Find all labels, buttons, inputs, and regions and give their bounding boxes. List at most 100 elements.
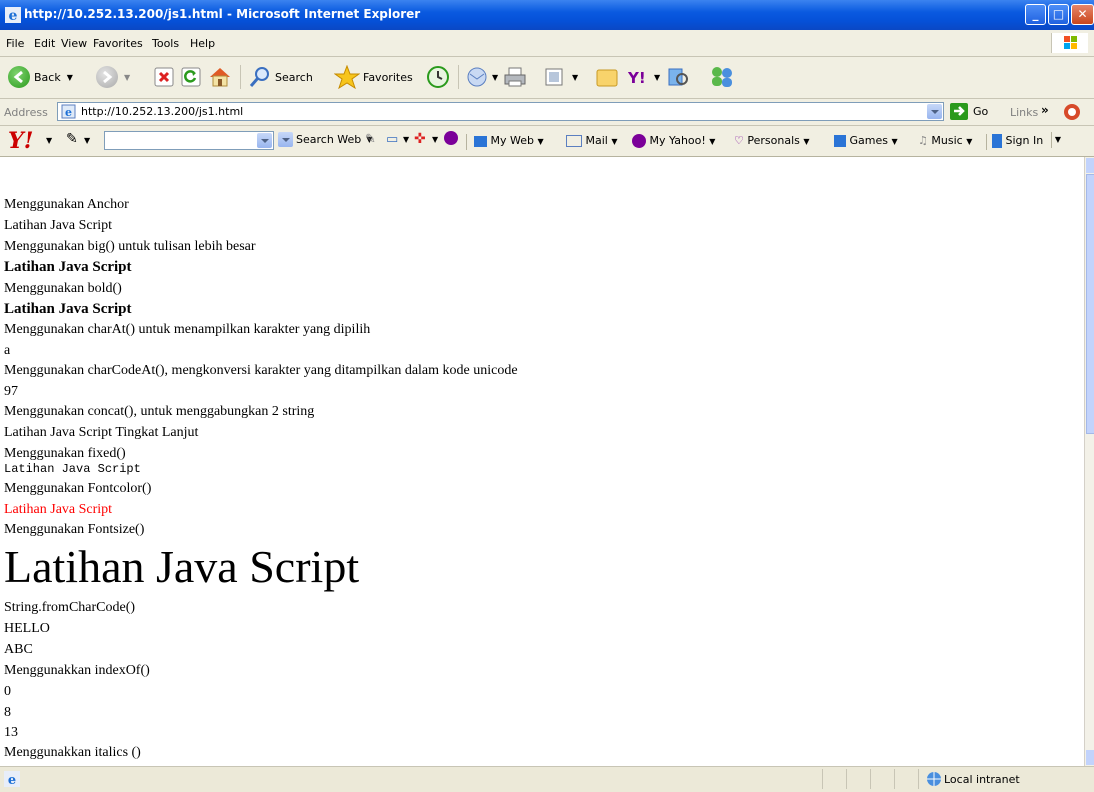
popup-dropdown-icon[interactable]: ▼ bbox=[403, 135, 409, 144]
messenger-people-icon bbox=[712, 67, 732, 87]
pencil-icon[interactable]: ✎ bbox=[66, 131, 78, 147]
menu-bar: File Edit View Favorites Tools Help bbox=[0, 30, 1094, 57]
maximize-button[interactable]: □ bbox=[1048, 4, 1069, 25]
music-label: Music bbox=[931, 134, 963, 147]
text-line: Menggunakan concat(), untuk menggabungka… bbox=[4, 404, 315, 419]
yahoo-messenger-button[interactable]: Y! ▼ bbox=[628, 65, 660, 89]
scroll-up-arrow-icon[interactable] bbox=[1086, 158, 1094, 173]
svg-text:e: e bbox=[9, 8, 18, 23]
home-button[interactable] bbox=[208, 65, 232, 89]
popup-blocker-icon[interactable]: ▭ bbox=[386, 132, 398, 147]
links-label[interactable]: Links bbox=[1010, 106, 1038, 119]
address-url: http://10.252.13.200/js1.html bbox=[81, 105, 244, 118]
my-yahoo-dropdown-icon: ▼ bbox=[709, 137, 716, 146]
music-button[interactable]: ♫ Music ▼ bbox=[918, 134, 972, 147]
messenger-dropdown-icon[interactable]: ▼ bbox=[654, 73, 660, 82]
text-line: String.fromCharCode() bbox=[4, 600, 136, 615]
mail-label: Mail bbox=[585, 134, 608, 147]
close-button[interactable]: ✕ bbox=[1071, 4, 1094, 25]
yahoo-search-dropdown-icon[interactable] bbox=[257, 133, 272, 148]
menu-file[interactable]: File bbox=[6, 37, 24, 50]
yahoo-toolbar: Y! ▼ ✎ ▼ Search Web ▼ ✎ ▭ ▼ ✜ ▼ My Web ▼… bbox=[0, 126, 1094, 157]
yahoo-360-icon[interactable] bbox=[444, 131, 458, 145]
text-line: Menggunakan charAt() untuk menampilkan k… bbox=[4, 322, 371, 337]
status-cell bbox=[822, 769, 823, 789]
go-button[interactable]: Go bbox=[950, 103, 988, 120]
antispy-dropdown-icon[interactable]: ▼ bbox=[432, 135, 438, 144]
text-line: Menggunakan Fontcolor() bbox=[4, 481, 152, 496]
windows-logo-icon bbox=[1051, 33, 1088, 53]
discuss-button[interactable] bbox=[596, 65, 618, 89]
text-line: ABC bbox=[4, 642, 33, 657]
pencil-dropdown-icon[interactable]: ▼ bbox=[84, 136, 90, 145]
address-input[interactable]: e http://10.252.13.200/js1.html bbox=[57, 102, 944, 121]
intranet-zone-icon bbox=[927, 772, 941, 786]
back-arrow-icon bbox=[8, 66, 30, 88]
games-icon bbox=[834, 135, 846, 147]
personals-button[interactable]: ♡ Personals ▼ bbox=[734, 134, 810, 147]
mail-link-dropdown-icon: ▼ bbox=[611, 137, 618, 146]
research-button[interactable] bbox=[666, 65, 690, 89]
favorites-label: Favorites bbox=[363, 70, 413, 84]
forward-dropdown-icon[interactable]: ▼ bbox=[124, 73, 130, 82]
sign-in-button[interactable]: Sign In bbox=[992, 134, 1043, 148]
music-icon: ♫ bbox=[918, 134, 928, 147]
yahoo-logo-icon[interactable]: Y! bbox=[8, 128, 33, 154]
go-arrow-icon bbox=[950, 103, 968, 120]
text-line: Latihan Java Script bbox=[4, 218, 113, 233]
menu-tools[interactable]: Tools bbox=[152, 37, 179, 50]
history-button[interactable] bbox=[426, 65, 450, 89]
refresh-button[interactable] bbox=[181, 65, 201, 89]
edit-page-icon bbox=[545, 68, 563, 86]
print-icon bbox=[504, 67, 526, 87]
envelope-icon bbox=[566, 135, 582, 147]
stop-icon bbox=[154, 67, 174, 87]
title-bar[interactable]: e http://10.252.13.200/js1.html - Micros… bbox=[0, 0, 1094, 30]
yahoo-messenger-icon: Y! bbox=[628, 69, 646, 87]
music-dropdown-icon: ▼ bbox=[966, 137, 973, 146]
back-dropdown-icon[interactable]: ▼ bbox=[67, 73, 73, 82]
scroll-thumb[interactable] bbox=[1086, 174, 1094, 434]
mail-dropdown-icon[interactable]: ▼ bbox=[492, 73, 498, 82]
refresh-icon bbox=[181, 67, 201, 87]
favorites-button[interactable]: Favorites bbox=[334, 65, 413, 89]
scroll-down-arrow-icon[interactable] bbox=[1086, 750, 1094, 765]
text-line: Menggunakan bold() bbox=[4, 281, 122, 296]
mail-button[interactable]: ▼ bbox=[466, 65, 498, 89]
edit-dropdown-icon[interactable]: ▼ bbox=[572, 73, 578, 82]
translate-icon[interactable] bbox=[1062, 102, 1084, 122]
menu-edit[interactable]: Edit bbox=[34, 37, 55, 50]
my-web-icon bbox=[474, 135, 487, 147]
links-chevron[interactable]: » bbox=[1041, 103, 1049, 117]
personals-heart-icon: ♡ bbox=[734, 134, 744, 147]
minimize-button[interactable]: _ bbox=[1025, 4, 1046, 25]
mail-link-button[interactable]: Mail ▼ bbox=[566, 134, 618, 147]
page-status-icon: e bbox=[4, 771, 20, 787]
menu-view[interactable]: View bbox=[61, 37, 87, 50]
print-button[interactable] bbox=[503, 65, 527, 89]
sign-in-dropdown-icon[interactable]: ▼ bbox=[1051, 132, 1064, 148]
forward-button[interactable]: ▼ bbox=[96, 65, 130, 89]
yahoo-logo-dropdown-icon[interactable]: ▼ bbox=[46, 136, 52, 145]
back-button[interactable]: Back ▼ bbox=[8, 65, 73, 89]
status-cell bbox=[870, 769, 871, 789]
antispy-icon[interactable]: ✜ bbox=[414, 131, 426, 147]
search-web-button[interactable]: Search Web ▼ bbox=[278, 132, 372, 147]
search-button[interactable]: Search bbox=[248, 65, 313, 89]
menu-help[interactable]: Help bbox=[190, 37, 215, 50]
vertical-scrollbar[interactable] bbox=[1084, 157, 1094, 766]
text-line: a bbox=[4, 343, 11, 358]
menu-favorites[interactable]: Favorites bbox=[93, 37, 143, 50]
my-yahoo-label: My Yahoo! bbox=[649, 134, 706, 147]
my-web-button[interactable]: My Web ▼ bbox=[474, 134, 544, 147]
msn-messenger-button[interactable] bbox=[708, 65, 736, 89]
fontcolor-text: Latihan Java Script bbox=[4, 502, 113, 517]
highlight-icon[interactable]: ✎ bbox=[365, 132, 376, 147]
address-dropdown-icon[interactable] bbox=[927, 104, 942, 119]
edit-button[interactable]: ▼ bbox=[544, 65, 578, 89]
sign-in-icon bbox=[992, 134, 1002, 148]
stop-button[interactable] bbox=[154, 65, 174, 89]
my-yahoo-button[interactable]: My Yahoo! ▼ bbox=[632, 134, 715, 148]
yahoo-search-input[interactable] bbox=[104, 131, 274, 150]
games-button[interactable]: Games ▼ bbox=[834, 134, 898, 147]
